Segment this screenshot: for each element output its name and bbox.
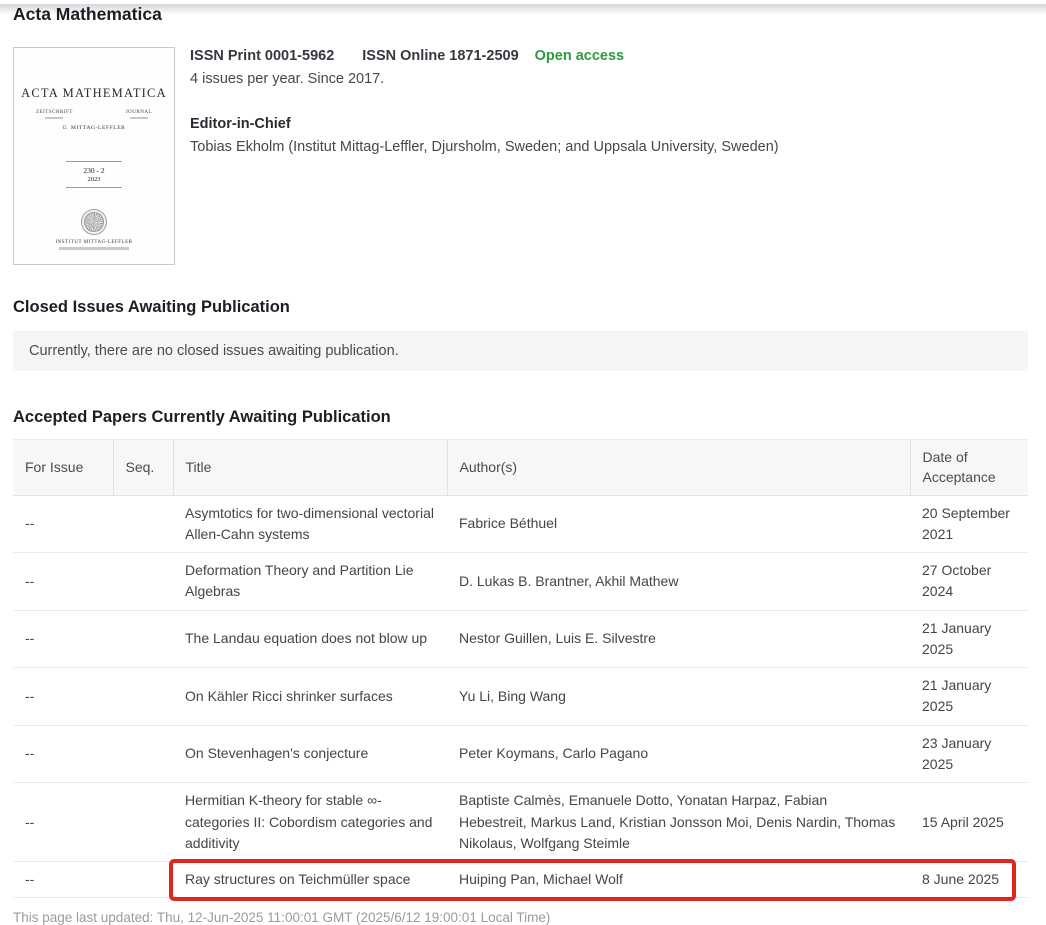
journal-header: ACTA MATHEMATICA ZEITSCHRIFT JOURNAL G. …	[13, 47, 1028, 265]
cell-for-issue: --	[13, 610, 113, 668]
cell-date: 21 January 2025	[910, 668, 1028, 726]
accepted-papers-table: For Issue Seq. Title Author(s) Date of A…	[13, 439, 1028, 898]
cell-for-issue: --	[13, 495, 113, 553]
cell-date: 15 April 2025	[910, 783, 1028, 862]
cell-date: 23 January 2025	[910, 725, 1028, 783]
cell-title: Deformation Theory and Partition Lie Alg…	[173, 553, 447, 611]
cell-date: 20 September 2021	[910, 495, 1028, 553]
editor-in-chief-heading: Editor-in-Chief	[190, 116, 779, 132]
column-header-authors: Author(s)	[447, 440, 910, 496]
cell-seq	[113, 668, 173, 726]
cell-date: 27 October 2024	[910, 553, 1028, 611]
papers-table-body: -- Asymtotics for two-dimensional vector…	[13, 495, 1028, 898]
last-updated-text: This page last updated: Thu, 12-Jun-2025…	[13, 910, 1046, 925]
table-row: -- Hermitian K-theory for stable ∞-categ…	[13, 783, 1028, 862]
cell-seq	[113, 610, 173, 668]
cell-for-issue: --	[13, 862, 113, 898]
journal-meta: ISSN Print 0001-5962 ISSN Online 1871-25…	[190, 47, 779, 265]
cover-label-journal: JOURNAL	[126, 110, 152, 119]
column-header-date: Date of Acceptance	[910, 440, 1028, 496]
table-header-row: For Issue Seq. Title Author(s) Date of A…	[13, 440, 1028, 496]
cell-authors: Fabrice Béthuel	[447, 495, 910, 553]
cell-date: 21 January 2025	[910, 610, 1028, 668]
issn-line: ISSN Print 0001-5962 ISSN Online 1871-25…	[190, 48, 779, 64]
cell-authors: Peter Koymans, Carlo Pagano	[447, 725, 910, 783]
cell-authors: Nestor Guillen, Luis E. Silvestre	[447, 610, 910, 668]
no-closed-issues-notice: Currently, there are no closed issues aw…	[13, 331, 1028, 371]
cell-authors: Huiping Pan, Michael Wolf	[447, 862, 910, 898]
papers-table-wrap: For Issue Seq. Title Author(s) Date of A…	[13, 439, 1028, 898]
cell-seq	[113, 862, 173, 898]
editor-in-chief-name: Tobias Ekholm (Institut Mittag-Leffler, …	[190, 139, 779, 155]
cell-title: Asymtotics for two-dimensional vectorial…	[173, 495, 447, 553]
column-header-for-issue: For Issue	[13, 440, 113, 496]
cell-for-issue: --	[13, 668, 113, 726]
cell-for-issue: --	[13, 783, 113, 862]
cover-rule	[66, 161, 122, 162]
open-access-link[interactable]: Open access	[535, 48, 624, 64]
cell-date: 8 June 2025	[910, 862, 1028, 898]
table-row: -- The Landau equation does not blow up …	[13, 610, 1028, 668]
cell-authors: Yu Li, Bing Wang	[447, 668, 910, 726]
cell-title: Ray structures on Teichmüller space	[173, 862, 447, 898]
page-title: Acta Mathematica	[13, 4, 1046, 25]
table-row: -- On Stevenhagen's conjecture Peter Koy…	[13, 725, 1028, 783]
cell-authors: Baptiste Calmès, Emanuele Dotto, Yonatan…	[447, 783, 910, 862]
cover-label-zeitschrift: ZEITSCHRIFT	[36, 110, 73, 119]
table-row: -- Deformation Theory and Partition Lie …	[13, 553, 1028, 611]
table-row: -- Ray structures on Teichmüller space H…	[13, 862, 1028, 898]
cell-seq	[113, 553, 173, 611]
closed-issues-heading: Closed Issues Awaiting Publication	[13, 298, 1046, 317]
cell-title: Hermitian K-theory for stable ∞-categori…	[173, 783, 447, 862]
cell-title: The Landau equation does not blow up	[173, 610, 447, 668]
cover-institute: INSTITUT MITTAG-LEFFLER	[14, 240, 174, 245]
column-header-title: Title	[173, 440, 447, 496]
issn-online: ISSN Online 1871-2509	[362, 48, 518, 64]
table-row: -- On Kähler Ricci shrinker surfaces Yu …	[13, 668, 1028, 726]
journal-seal-icon	[82, 210, 106, 234]
table-row: -- Asymtotics for two-dimensional vector…	[13, 495, 1028, 553]
cover-institute-subline	[59, 247, 129, 250]
cell-seq	[113, 495, 173, 553]
cover-title: ACTA MATHEMATICA	[14, 86, 174, 101]
cell-for-issue: --	[13, 725, 113, 783]
cover-labels: ZEITSCHRIFT JOURNAL	[14, 110, 174, 119]
cover-rule	[66, 187, 122, 188]
cover-editor: G. MITTAG-LEFFLER	[14, 125, 174, 131]
cover-volume: 230 - 2	[14, 166, 174, 175]
cell-title: On Stevenhagen's conjecture	[173, 725, 447, 783]
journal-cover-image: ACTA MATHEMATICA ZEITSCHRIFT JOURNAL G. …	[13, 47, 175, 265]
cell-title: On Kähler Ricci shrinker surfaces	[173, 668, 447, 726]
cell-seq	[113, 783, 173, 862]
cell-seq	[113, 725, 173, 783]
column-header-seq: Seq.	[113, 440, 173, 496]
issn-print: ISSN Print 0001-5962	[190, 48, 334, 64]
cell-authors: D. Lukas B. Brantner, Akhil Mathew	[447, 553, 910, 611]
issue-frequency: 4 issues per year. Since 2017.	[190, 71, 779, 87]
cover-year: 2023	[14, 176, 174, 183]
cell-for-issue: --	[13, 553, 113, 611]
accepted-papers-heading: Accepted Papers Currently Awaiting Publi…	[13, 408, 1046, 427]
